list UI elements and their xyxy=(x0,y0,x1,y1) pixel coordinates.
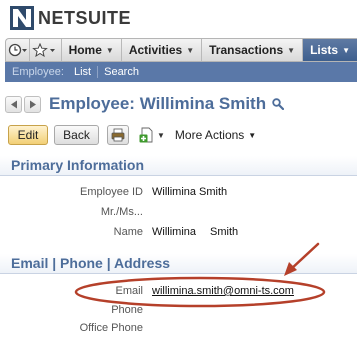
new-record-menu[interactable]: ▼ xyxy=(139,127,165,143)
chevron-down-icon: ▼ xyxy=(186,45,195,55)
section-title: Email | Phone | Address xyxy=(11,255,171,271)
nav-lists-label: Lists xyxy=(310,43,339,57)
next-record-button[interactable] xyxy=(24,95,41,113)
more-actions-menu[interactable]: More Actions ▼ xyxy=(175,128,256,142)
back-button[interactable]: Back xyxy=(54,125,99,145)
sub-navigation: Employee: List Search xyxy=(5,62,357,82)
section-title: Primary Information xyxy=(11,157,145,173)
nav-home[interactable]: Home ▼ xyxy=(62,39,122,61)
main-navigation: Home ▼ Activities ▼ Transactions ▼ Lists ▼ xyxy=(5,38,357,62)
contact-section-header[interactable]: Email | Phone | Address xyxy=(0,254,357,274)
nav-activities[interactable]: Activities ▼ xyxy=(122,39,203,61)
field-label: Phone xyxy=(111,304,143,316)
page-title: Employee: Willimina Smith xyxy=(49,94,267,113)
favorites-menu[interactable] xyxy=(30,39,62,61)
primary-information-header[interactable]: Primary Information xyxy=(0,156,357,176)
field-label: Mr./Ms... xyxy=(100,206,143,218)
recent-records-menu[interactable] xyxy=(6,39,31,61)
arrow-left-icon xyxy=(10,100,17,108)
nav-home-label: Home xyxy=(68,43,102,57)
print-button[interactable] xyxy=(107,125,129,145)
field-value: Willimina Smith xyxy=(152,186,228,198)
subnav-context-label: Employee: xyxy=(12,66,64,78)
last-name-value: Smith xyxy=(210,226,239,238)
subnav-list-link[interactable]: List xyxy=(68,66,97,78)
record-actions: Edit Back ▼ More Actions ▼ xyxy=(0,124,357,146)
chevron-down-icon: ▼ xyxy=(157,130,165,140)
email-link[interactable]: willimina.smith@omni-ts.com xyxy=(152,285,294,297)
new-document-icon xyxy=(139,127,153,143)
field-phone: Phone xyxy=(0,304,357,320)
field-value: Willimina Smith xyxy=(152,226,238,238)
chevron-down-icon: ▼ xyxy=(248,130,257,140)
field-office-phone: Office Phone xyxy=(0,322,357,338)
subnav-search-link[interactable]: Search xyxy=(98,66,145,78)
favorites-star-icon xyxy=(32,43,56,57)
field-name: Name Willimina Smith xyxy=(0,226,357,242)
netsuite-logo[interactable]: NETSUITE xyxy=(10,5,131,31)
print-icon xyxy=(111,128,125,142)
previous-record-button[interactable] xyxy=(5,95,22,113)
chevron-down-icon: ▼ xyxy=(287,45,296,55)
field-label: Email xyxy=(115,285,143,297)
more-actions-label: More Actions xyxy=(174,128,245,142)
brand-name: NETSUITE xyxy=(38,7,132,28)
search-icon[interactable] xyxy=(272,98,285,110)
nav-transactions-label: Transactions xyxy=(209,43,284,57)
netsuite-logo-icon xyxy=(10,6,34,30)
first-name-value: Willimina xyxy=(152,226,196,238)
field-label: Employee ID xyxy=(80,186,143,198)
recent-records-icon xyxy=(8,43,27,57)
field-employee-id: Employee ID Willimina Smith xyxy=(0,186,357,202)
field-label: Office Phone xyxy=(79,322,143,334)
nav-lists[interactable]: Lists ▼ xyxy=(303,39,357,61)
chevron-down-icon: ▼ xyxy=(342,45,350,55)
field-label: Name xyxy=(113,226,143,238)
chevron-down-icon: ▼ xyxy=(105,45,114,55)
edit-button[interactable]: Edit xyxy=(8,125,48,145)
nav-transactions[interactable]: Transactions ▼ xyxy=(202,39,304,61)
nav-activities-label: Activities xyxy=(128,43,183,57)
field-email: Email willimina.smith@omni-ts.com xyxy=(0,285,357,301)
arrow-right-icon xyxy=(29,100,36,108)
field-salutation: Mr./Ms... xyxy=(0,206,357,222)
record-title-row: Employee: Willimina Smith xyxy=(0,91,357,117)
